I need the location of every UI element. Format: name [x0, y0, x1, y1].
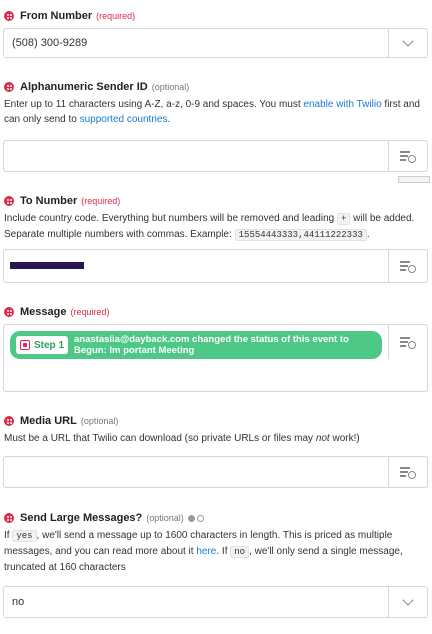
insert-field-icon: [400, 150, 416, 163]
help-text: .: [366, 229, 370, 240]
plus-code: +: [336, 213, 351, 225]
alpha-sender-title: Alphanumeric Sender ID: [20, 81, 148, 93]
to-number-label: To Number (required): [4, 195, 120, 207]
insert-field-icon: [400, 466, 416, 479]
from-number-value: (508) 300-9289: [12, 37, 88, 49]
supported-countries-link[interactable]: supported countries: [80, 114, 168, 125]
to-number-insert-button[interactable]: [388, 250, 427, 282]
twilio-icon: [4, 307, 14, 317]
help-text: Must be a URL that Twilio can download (…: [4, 433, 316, 444]
yes-no-toggle[interactable]: [187, 514, 206, 522]
from-number-label: From Number (required): [4, 10, 135, 22]
large-messages-dropdown-button[interactable]: [388, 587, 427, 617]
twilio-icon: [4, 416, 14, 426]
help-text: Include country code. Everything but num…: [4, 213, 337, 224]
message-insert-button[interactable]: [388, 325, 427, 359]
help-emphasis: not: [315, 433, 330, 444]
optional-tag: (optional): [151, 82, 190, 92]
chevron-down-icon: [402, 594, 414, 606]
enable-twilio-link[interactable]: enable with Twilio: [303, 99, 381, 110]
alpha-sender-label: Alphanumeric Sender ID (optional): [4, 81, 189, 93]
required-tag: (required): [96, 11, 136, 21]
message-input[interactable]: Step 1 anastasiia@dayback.com changed th…: [3, 324, 428, 392]
media-url-help: Must be a URL that Twilio can download (…: [4, 431, 428, 446]
step-tag: Step 1: [16, 336, 69, 354]
alpha-sender-help: Enter up to 11 characters using A-Z, a-z…: [4, 97, 428, 127]
step-app-icon: [20, 340, 30, 350]
twilio-icon: [4, 82, 14, 92]
redacted-value: [10, 262, 84, 269]
here-link[interactable]: here: [196, 546, 216, 557]
large-messages-value: no: [12, 596, 25, 608]
media-url-title: Media URL: [20, 415, 77, 427]
message-label: Message (required): [4, 306, 110, 318]
required-tag: (required): [81, 196, 121, 206]
media-url-input[interactable]: [3, 456, 428, 488]
from-number-select[interactable]: (508) 300-9289: [3, 28, 428, 58]
optional-tag: (optional): [146, 513, 184, 523]
alpha-sender-input[interactable]: [3, 140, 428, 172]
alpha-sender-insert-button[interactable]: [388, 141, 427, 171]
help-text: work!): [329, 433, 360, 444]
no-code: no: [230, 546, 250, 558]
twilio-icon: [4, 196, 14, 206]
yes-code: yes: [12, 530, 37, 542]
insert-field-icon: [400, 260, 416, 273]
media-url-label: Media URL (optional): [4, 415, 118, 427]
media-url-insert-button[interactable]: [388, 457, 427, 487]
horizontal-scrollbar[interactable]: [398, 176, 430, 183]
example-code: 15554443333,44111222333: [234, 229, 367, 241]
help-text: Enter up to 11 characters using A-Z, a-z…: [4, 99, 304, 110]
from-number-dropdown-button[interactable]: [388, 29, 427, 57]
to-number-help: Include country code. Everything but num…: [4, 211, 428, 243]
to-number-input[interactable]: [3, 249, 428, 283]
twilio-icon: [4, 513, 14, 523]
help-text: .: [167, 114, 171, 125]
mapped-field-pill[interactable]: Step 1 anastasiia@dayback.com changed th…: [10, 331, 382, 359]
toggle-off-dot[interactable]: [196, 514, 204, 522]
mapped-field-text: anastasiia@dayback.com changed the statu…: [74, 334, 349, 356]
message-title: Message: [20, 306, 67, 318]
to-number-title: To Number: [20, 195, 78, 207]
help-text: . If: [216, 546, 231, 557]
optional-tag: (optional): [80, 416, 119, 426]
chevron-down-icon: [402, 35, 414, 47]
large-messages-label: Send Large Messages? (optional): [4, 512, 206, 524]
large-messages-select[interactable]: no: [3, 586, 428, 618]
twilio-icon: [4, 11, 14, 21]
toggle-on-dot[interactable]: [187, 514, 195, 522]
large-messages-title: Send Large Messages?: [20, 512, 143, 524]
step-label: Step 1: [34, 339, 65, 351]
insert-field-icon: [400, 336, 416, 349]
large-messages-help: If yes, we'll send a message up to 1600 …: [4, 528, 428, 575]
required-tag: (required): [70, 307, 110, 317]
from-number-title: From Number: [20, 10, 93, 22]
